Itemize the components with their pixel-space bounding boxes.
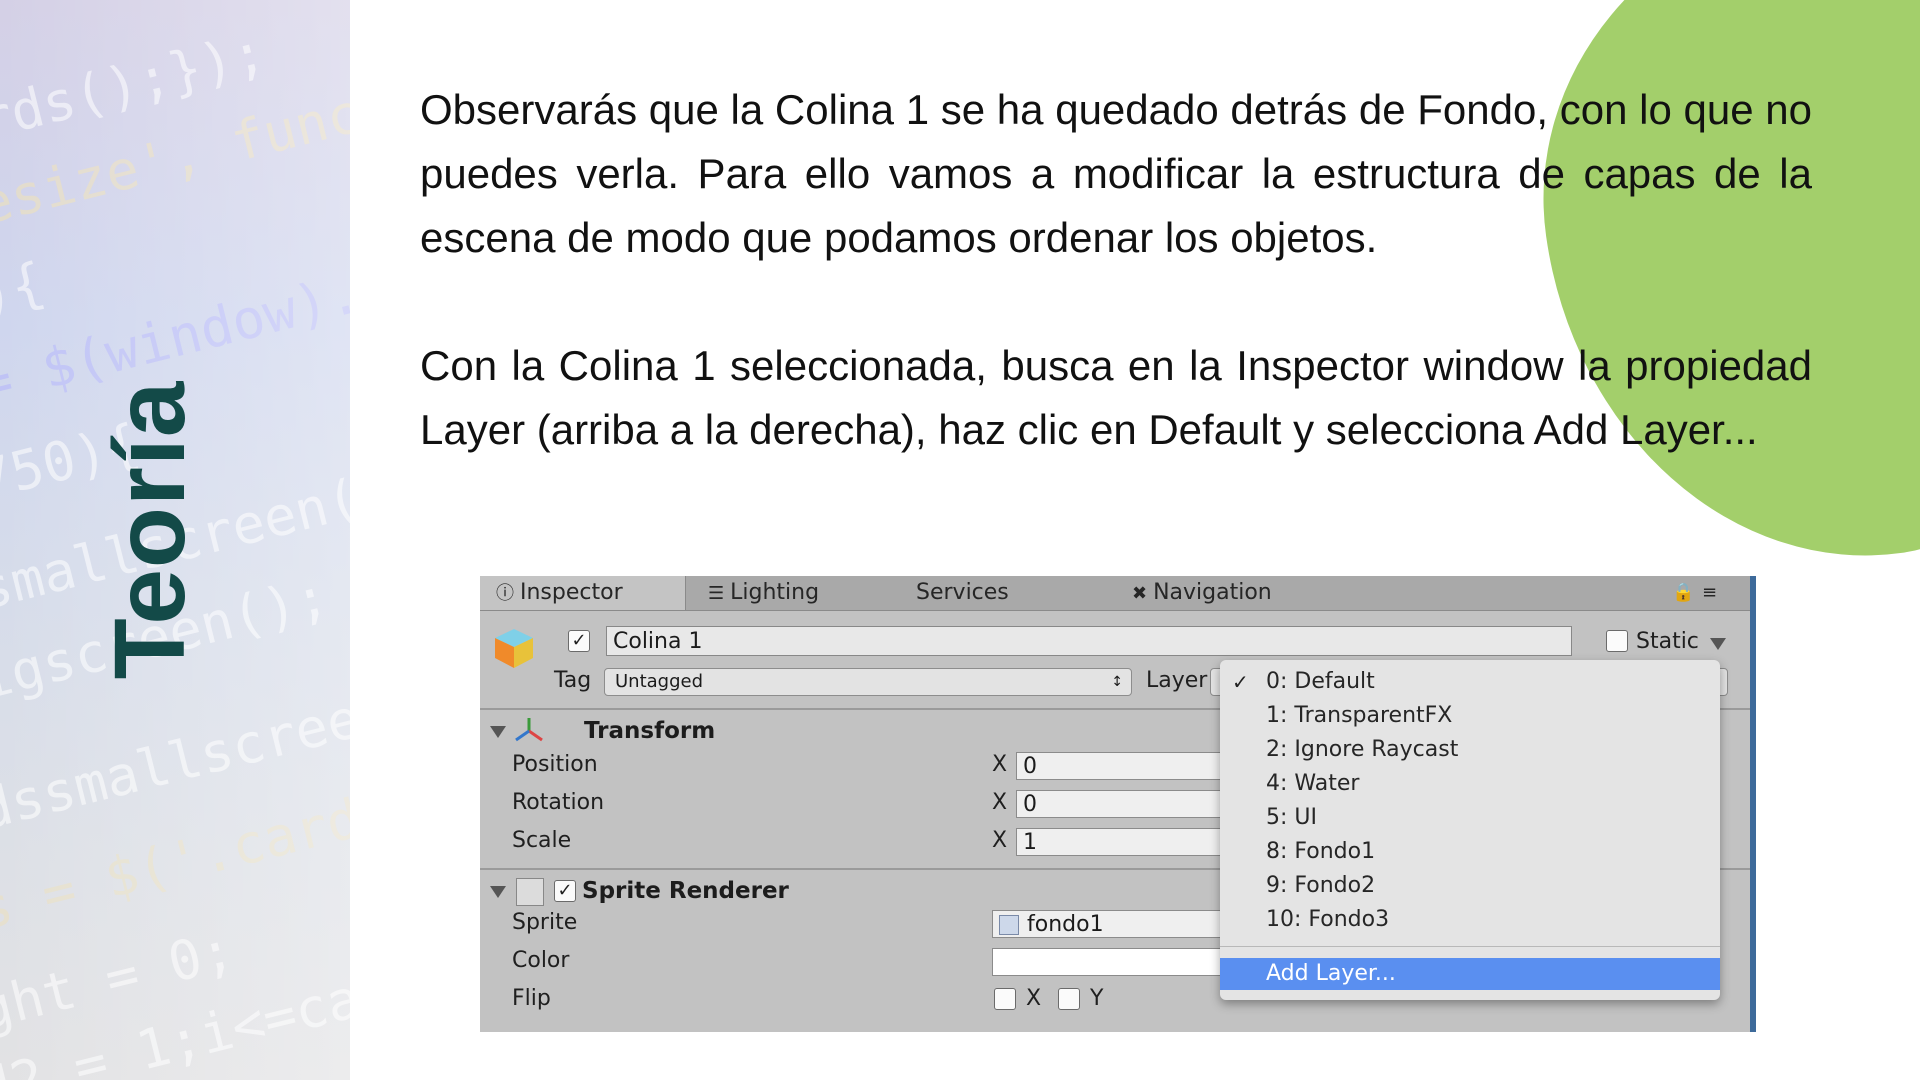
tag-dropdown[interactable]: Untagged ↕ [604,668,1132,696]
active-checkbox[interactable]: ✓ [568,630,590,652]
gameobject-cube-icon [495,629,533,668]
layer-menu-item[interactable]: 2: Ignore Raycast [1266,734,1458,766]
code-background-line: s = $('.card'). [0,762,350,943]
code-background-line: rds();}); [0,20,272,153]
tab-lighting[interactable]: ☰ Lighting [708,576,819,610]
code-background-line: ght = 0; [0,918,240,1043]
flip-y-checkbox[interactable] [1058,988,1080,1010]
paragraph-2: Con la Colina 1 seleccionada, busca en l… [420,342,1812,453]
static-label: Static [1636,629,1699,654]
layer-menu-item[interactable]: 5: UI [1266,802,1317,834]
tab-inspector[interactable]: ⓘ Inspector [480,576,686,610]
layer-menu-item[interactable]: 1: TransparentFX [1266,700,1452,732]
flip-x-checkbox[interactable] [994,988,1016,1010]
axis-x-label: X [992,828,1008,853]
layer-menu-item[interactable]: 10: Fondo3 [1266,904,1389,936]
rotation-label: Rotation [512,790,605,815]
scale-label: Scale [512,828,572,853]
code-background-line: ){ [0,250,51,328]
checkmark-icon: ✓ [1232,670,1249,694]
collapse-arrow-icon[interactable] [490,726,506,738]
menu-separator [1220,946,1720,947]
static-dropdown-icon[interactable] [1710,638,1726,650]
position-label: Position [512,752,598,777]
axis-x-label: X [992,790,1008,815]
tab-navigation[interactable]: ✖ Navigation [1132,576,1272,610]
tag-label: Tag [554,668,592,693]
layer-menu-item[interactable]: ✓ 0: Default [1232,666,1375,698]
rotation-x-field[interactable]: 0 [1016,790,1222,818]
sprite-field[interactable]: fondo1 [992,910,1222,938]
layer-menu-item[interactable]: 9: Fondo2 [1266,870,1375,902]
paragraph-1: Observarás que la Colina 1 se ha quedado… [420,86,1812,261]
sliders-icon: ☰ [708,583,725,604]
scale-x-field[interactable]: 1 [1016,828,1222,856]
flip-label: Flip [512,986,551,1011]
sprite-renderer-enabled-checkbox[interactable]: ✓ [554,880,576,902]
tab-services[interactable]: Services [916,576,1009,610]
section-title: Teoría [94,380,206,680]
add-layer-menu-item[interactable]: Add Layer... [1220,958,1720,990]
code-background-line: esize', functi [0,65,350,238]
axis-x-label: X [992,752,1008,777]
color-swatch[interactable] [992,948,1222,976]
sprite-asset-icon [999,915,1019,935]
code-background-line: d2 = 1;i<=cards [0,942,350,1080]
sprite-renderer-title: Sprite Renderer [582,878,789,904]
inspector-tab-bar: ⓘ Inspector ☰ Lighting Services ✖ Navigatio… [480,576,1750,611]
sprite-renderer-icon [516,878,544,906]
sprite-label: Sprite [512,910,578,935]
updown-arrow-icon: ↕ [1111,674,1123,690]
inspector-screenshot: ⓘ Inspector ☰ Lighting Services ✖ Navigatio… [480,576,1756,1032]
flip-y-label: Y [1090,986,1104,1011]
color-label: Color [512,948,570,973]
transform-axes-icon [515,718,543,742]
position-x-field[interactable]: 0 [1016,752,1222,780]
layer-menu-item[interactable]: 4: Water [1266,768,1359,800]
flip-x-label: X [1026,986,1042,1011]
menu-icon[interactable]: ≡ [1702,576,1717,610]
navigation-icon: ✖ [1132,583,1148,604]
info-icon: ⓘ [496,583,514,604]
lock-icon[interactable]: 🔒 [1672,576,1694,610]
layer-menu-item[interactable]: 8: Fondo1 [1266,836,1375,868]
transform-title: Transform [584,718,716,744]
layer-menu: ✓ 0: Default 1: TransparentFX 2: Ignore … [1220,660,1720,1000]
layer-label: Layer [1146,668,1208,693]
collapse-arrow-icon[interactable] [490,886,506,898]
static-checkbox[interactable] [1606,630,1628,652]
object-name-field[interactable]: Colina 1 [606,626,1572,656]
